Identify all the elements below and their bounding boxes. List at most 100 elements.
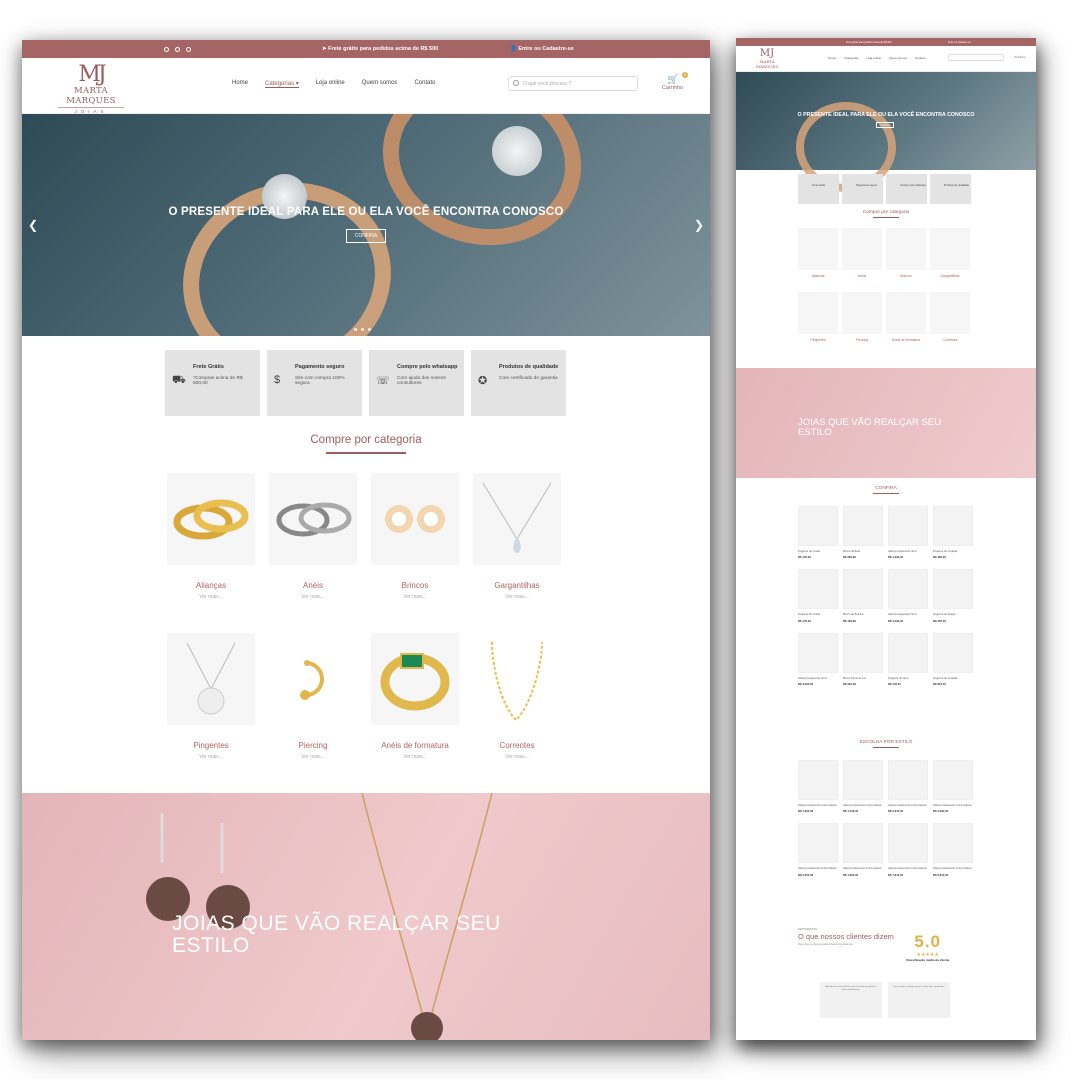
- nav-contato[interactable]: Contato: [414, 80, 435, 88]
- category-aneis[interactable]: Anéis: [842, 228, 882, 278]
- category-image[interactable]: [371, 473, 459, 565]
- category-image[interactable]: [371, 633, 459, 725]
- category-correntes[interactable]: Correntes: [930, 292, 970, 342]
- next-arrow-icon[interactable]: ❯: [694, 218, 704, 232]
- instagram-icon[interactable]: [164, 46, 169, 52]
- product-card[interactable]: Pingente de Coração R$ 823,00: [933, 632, 973, 686]
- pinterest-icon[interactable]: [186, 46, 191, 52]
- category-label[interactable]: Piercing: [269, 741, 357, 750]
- nav-loja-online[interactable]: Loja online: [867, 56, 882, 60]
- category-more-link[interactable]: Ver mais...: [269, 754, 357, 760]
- category-image[interactable]: [473, 473, 561, 565]
- category-label[interactable]: Correntes: [473, 741, 561, 750]
- category-aliancas[interactable]: Alianças Ver mais...: [167, 473, 255, 600]
- category-image[interactable]: [269, 473, 357, 565]
- category-label[interactable]: Anéis: [858, 274, 866, 278]
- login-text[interactable]: Entre ou Cadastre-se: [948, 41, 971, 44]
- product-card[interactable]: Aliança Casamento Linha Classic R$ 4.430,…: [843, 760, 883, 813]
- category-label[interactable]: Anéis: [269, 581, 357, 590]
- product-card[interactable]: Pingente de Design R$ 255,00: [933, 569, 973, 623]
- category-label[interactable]: Pingentes: [167, 741, 255, 750]
- search-input[interactable]: [948, 54, 1004, 61]
- product-card[interactable]: Aliança Casamento Linha Classic R$ 6.810,…: [933, 823, 973, 877]
- product-card[interactable]: Pingente de Ouro R$ 140,00: [888, 632, 928, 686]
- nav-categorias[interactable]: Categorias ▾: [265, 80, 299, 88]
- feature-quality: Produtos de qualidade: [930, 174, 971, 204]
- banner-title: JOIAS QUE VÃO REALÇAR SEU ESTILO: [798, 417, 942, 438]
- category-label[interactable]: Correntes: [943, 338, 958, 342]
- category-image[interactable]: [473, 633, 561, 725]
- hero-cta-button[interactable]: CONFIRA: [346, 229, 386, 243]
- nav-home[interactable]: Home: [828, 56, 836, 60]
- category-label[interactable]: Pingentes: [810, 338, 825, 342]
- category-label[interactable]: Alianças: [167, 581, 255, 590]
- category-aneis[interactable]: Anéis Ver mais...: [269, 473, 357, 600]
- category-more-link[interactable]: Ver mais...: [269, 594, 357, 600]
- category-more-link[interactable]: Ver mais...: [167, 754, 255, 760]
- cart-button[interactable]: 🛒 0 Carrinho: [662, 72, 689, 91]
- category-image[interactable]: [269, 633, 357, 725]
- category-gargantilhas[interactable]: Gargantilhas: [930, 228, 970, 278]
- search-input[interactable]: O que você procura ?: [508, 76, 638, 91]
- login-link[interactable]: 👤 Entre ou Cadastre-se: [510, 46, 574, 52]
- category-image[interactable]: [167, 473, 255, 565]
- category-label[interactable]: Anéis de formatura: [892, 338, 921, 342]
- nav-loja-online[interactable]: Loja online: [316, 80, 345, 88]
- prev-arrow-icon[interactable]: ❮: [28, 218, 38, 232]
- product-card[interactable]: Aliança Casamento 5mm R$ 4.490,00: [888, 569, 928, 623]
- product-card[interactable]: Aliança Casamento 3mm R$ 4.390,00: [888, 506, 928, 559]
- category-brincos[interactable]: Brincos: [886, 228, 926, 278]
- logo-subtitle: JOIAS: [58, 107, 124, 114]
- category-correntes[interactable]: Correntes Ver mais...: [473, 633, 561, 760]
- product-card[interactable]: Aliança Casamento Linha Classic R$ 7.810,…: [888, 823, 928, 877]
- product-card[interactable]: Aliança Casamento Linha Classic R$ 2.970,…: [888, 760, 928, 813]
- product-card[interactable]: Aliança Casamento Linha Classic R$ 6.350,…: [798, 823, 838, 877]
- nav-contato[interactable]: Contato: [915, 56, 926, 60]
- brand-logo[interactable]: MJ MARTA MARQUES: [748, 49, 786, 70]
- product-card[interactable]: Pingente de Cristal R$ 145,00: [798, 569, 838, 623]
- category-label[interactable]: Brincos: [371, 581, 459, 590]
- category-aliancas[interactable]: Alianças: [798, 228, 838, 278]
- category-label[interactable]: Gargantilhas: [940, 274, 959, 278]
- hero-cta-button[interactable]: CONFIRA: [876, 122, 894, 128]
- category-more-link[interactable]: Ver mais...: [371, 754, 459, 760]
- category-more-link[interactable]: Ver mais...: [473, 754, 561, 760]
- category-gargantilhas[interactable]: Gargantilhas Ver mais...: [473, 473, 561, 600]
- product-card[interactable]: Aliança Casamento 4mm R$ 4.990,00: [798, 632, 838, 686]
- category-brincos[interactable]: Brincos Ver mais...: [371, 473, 459, 600]
- slider-dots[interactable]: [354, 328, 371, 331]
- product-card[interactable]: Pingente de Cristal R$ 145,00: [798, 506, 838, 559]
- category-more-link[interactable]: Ver mais...: [167, 594, 255, 600]
- product-card[interactable]: Aliança Casamento Linha Classic R$ 7.900,…: [798, 760, 838, 813]
- category-pingentes[interactable]: Pingentes Ver mais...: [167, 633, 255, 760]
- category-pingentes[interactable]: Pingentes: [798, 292, 838, 342]
- category-piercing[interactable]: Piercing: [842, 292, 882, 342]
- category-label[interactable]: Gargantilhas: [473, 581, 561, 590]
- nav-categorias[interactable]: Categorias: [844, 56, 859, 60]
- product-card[interactable]: Brinco de Bolinha R$ 184,99: [843, 569, 883, 623]
- category-label[interactable]: Anéis de formatura: [371, 741, 459, 750]
- nav-quem-somos[interactable]: Quem somos: [362, 80, 398, 88]
- product-card[interactable]: Brinco de Bola R$ 269,99: [843, 506, 883, 559]
- category-grid-row-1: Alianças Ver mais... Anéis Ver mais... B…: [167, 473, 561, 600]
- login-text[interactable]: Entre ou Cadastre-se: [518, 46, 573, 52]
- category-piercing[interactable]: Piercing Ver mais...: [269, 633, 357, 760]
- facebook-icon[interactable]: [175, 46, 180, 52]
- cart-label[interactable]: Carrinho: [1014, 55, 1026, 59]
- category-label[interactable]: Piercing: [856, 338, 868, 342]
- category-label[interactable]: Alianças: [812, 274, 825, 278]
- product-card[interactable]: Aliança Casamento Linha Classic R$ 4.960,…: [933, 760, 973, 813]
- category-more-link[interactable]: Ver mais...: [473, 594, 561, 600]
- category-label[interactable]: Brincos: [900, 274, 911, 278]
- category-aneis-formatura[interactable]: Anéis de formatura Ver mais...: [371, 633, 459, 760]
- nav-quem-somos[interactable]: Quem somos: [889, 56, 907, 60]
- category-more-link[interactable]: Ver mais...: [371, 594, 459, 600]
- nav-categorias-label[interactable]: Categorias: [265, 81, 294, 87]
- nav-home[interactable]: Home: [232, 80, 248, 88]
- product-card[interactable]: Pingente de Coração R$ 480,00: [933, 506, 973, 559]
- product-card[interactable]: Brinco Ponto de Luz R$ 323,99: [843, 632, 883, 686]
- brand-logo[interactable]: MJ MARTA MARQUES JOIAS: [50, 64, 132, 114]
- category-image[interactable]: [167, 633, 255, 725]
- category-aneis-formatura[interactable]: Anéis de formatura: [886, 292, 926, 342]
- product-card[interactable]: Aliança Casamento Linha Classic R$ 4.960,…: [843, 823, 883, 877]
